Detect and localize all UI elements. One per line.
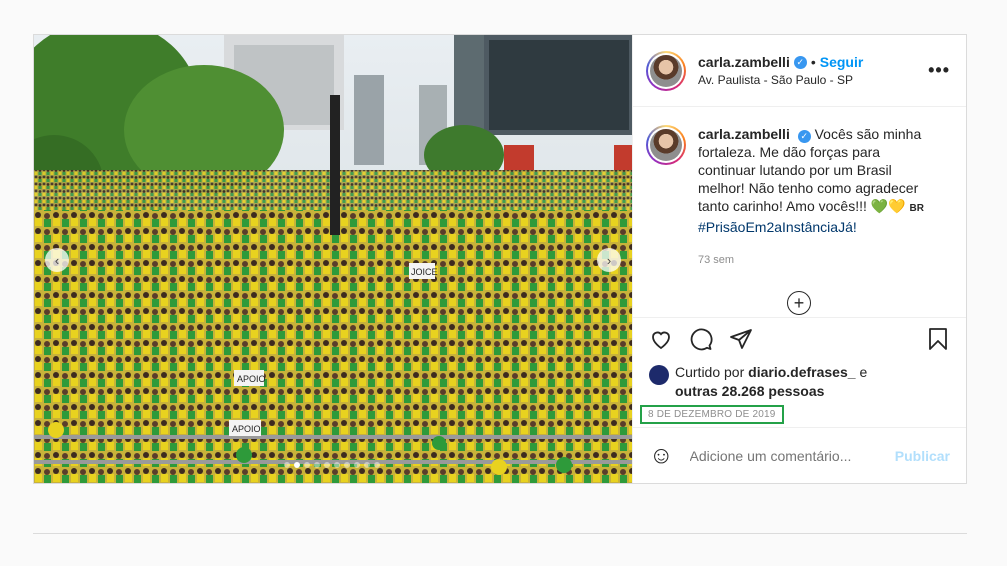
bookmark-icon[interactable] (926, 327, 950, 355)
protest-sign-text-2: JOICE (411, 267, 438, 277)
comment-icon[interactable] (689, 327, 713, 355)
load-more-comments-button[interactable]: + (787, 291, 811, 315)
liked-by-conj: e (859, 364, 868, 380)
footer-divider (33, 533, 967, 534)
liker-avatar[interactable] (649, 365, 669, 385)
publish-button[interactable]: Publicar (895, 448, 950, 464)
action-bar (633, 317, 966, 363)
caption-username[interactable]: carla.zambelli (698, 126, 790, 142)
carousel-dot (344, 462, 350, 468)
follow-button[interactable]: Seguir (820, 54, 864, 70)
chevron-left-icon: ‹ (54, 252, 60, 268)
author-username[interactable]: carla.zambelli (698, 54, 790, 70)
likes-count-link[interactable]: outras 28.268 pessoas (675, 383, 824, 399)
post-card: APOIO JOICE APOIO ‹ › carla.zambelli ✓ •… (33, 34, 967, 484)
share-icon[interactable] (729, 327, 753, 355)
protest-sign-text-1: APOIO (237, 374, 266, 384)
chevron-right-icon: › (606, 252, 612, 268)
author-avatar[interactable] (650, 54, 682, 87)
caption-avatar[interactable] (650, 129, 682, 161)
caption-avatar-ring[interactable] (646, 125, 686, 165)
header-separator: • (810, 54, 816, 70)
crowd-photo: APOIO JOICE APOIO (34, 35, 632, 483)
carousel-dot (354, 462, 360, 468)
liker-username[interactable]: diario.defrases_ (748, 364, 855, 380)
post-location[interactable]: Av. Paulista - São Paulo - SP (698, 73, 928, 87)
post-date-row: 8 DE DEZEMBRO DE 2019 (633, 401, 966, 427)
post-sidebar: carla.zambelli ✓ • Seguir Av. Paulista -… (632, 35, 966, 483)
caption: carla.zambelli ✓ Vocês são minha fortale… (646, 125, 950, 236)
carousel-dot (314, 462, 320, 468)
comment-input[interactable] (689, 447, 895, 464)
more-options-icon[interactable]: ••• (928, 60, 950, 81)
likes-summary: Curtido por diario.defrases_ e outras 28… (633, 363, 966, 401)
hashtag-link[interactable]: #PrisãoEm2aInstânciaJá! (698, 219, 857, 235)
post-media[interactable]: APOIO JOICE APOIO ‹ › (34, 35, 632, 483)
author-avatar-ring[interactable] (646, 50, 686, 91)
yellow-heart-emoji: 💛 (888, 198, 906, 214)
carousel-dot (374, 462, 380, 468)
brazil-flag-text: BR (909, 203, 924, 214)
carousel-dot (284, 462, 290, 468)
comments-section: carla.zambelli ✓ Vocês são minha fortale… (633, 107, 966, 317)
carousel-next-button[interactable]: › (597, 248, 621, 272)
carousel-indicator (284, 462, 380, 468)
emoji-icon[interactable]: ☺ (649, 442, 674, 470)
plus-circle-icon: + (793, 293, 805, 313)
green-heart-emoji: 💚 (870, 198, 889, 214)
carousel-dot (294, 462, 300, 468)
caption-text: carla.zambelli ✓ Vocês são minha fortale… (698, 125, 930, 236)
verified-badge-icon: ✓ (793, 55, 807, 69)
post-date[interactable]: 8 DE DEZEMBRO DE 2019 (640, 404, 784, 424)
add-comment-bar: ☺ Publicar (633, 427, 966, 483)
heart-icon[interactable] (649, 327, 673, 355)
carousel-dot (324, 462, 330, 468)
protest-sign-text-3: APOIO (232, 424, 261, 434)
carousel-prev-button[interactable]: ‹ (45, 248, 69, 272)
carousel-dot (334, 462, 340, 468)
carousel-dot (304, 462, 310, 468)
caption-time-ago: 73 sem (698, 254, 735, 266)
liked-by-prefix: Curtido por (675, 364, 745, 380)
post-header: carla.zambelli ✓ • Seguir Av. Paulista -… (633, 35, 966, 107)
caption-verified-badge-icon: ✓ (797, 129, 811, 143)
carousel-dot (364, 462, 370, 468)
